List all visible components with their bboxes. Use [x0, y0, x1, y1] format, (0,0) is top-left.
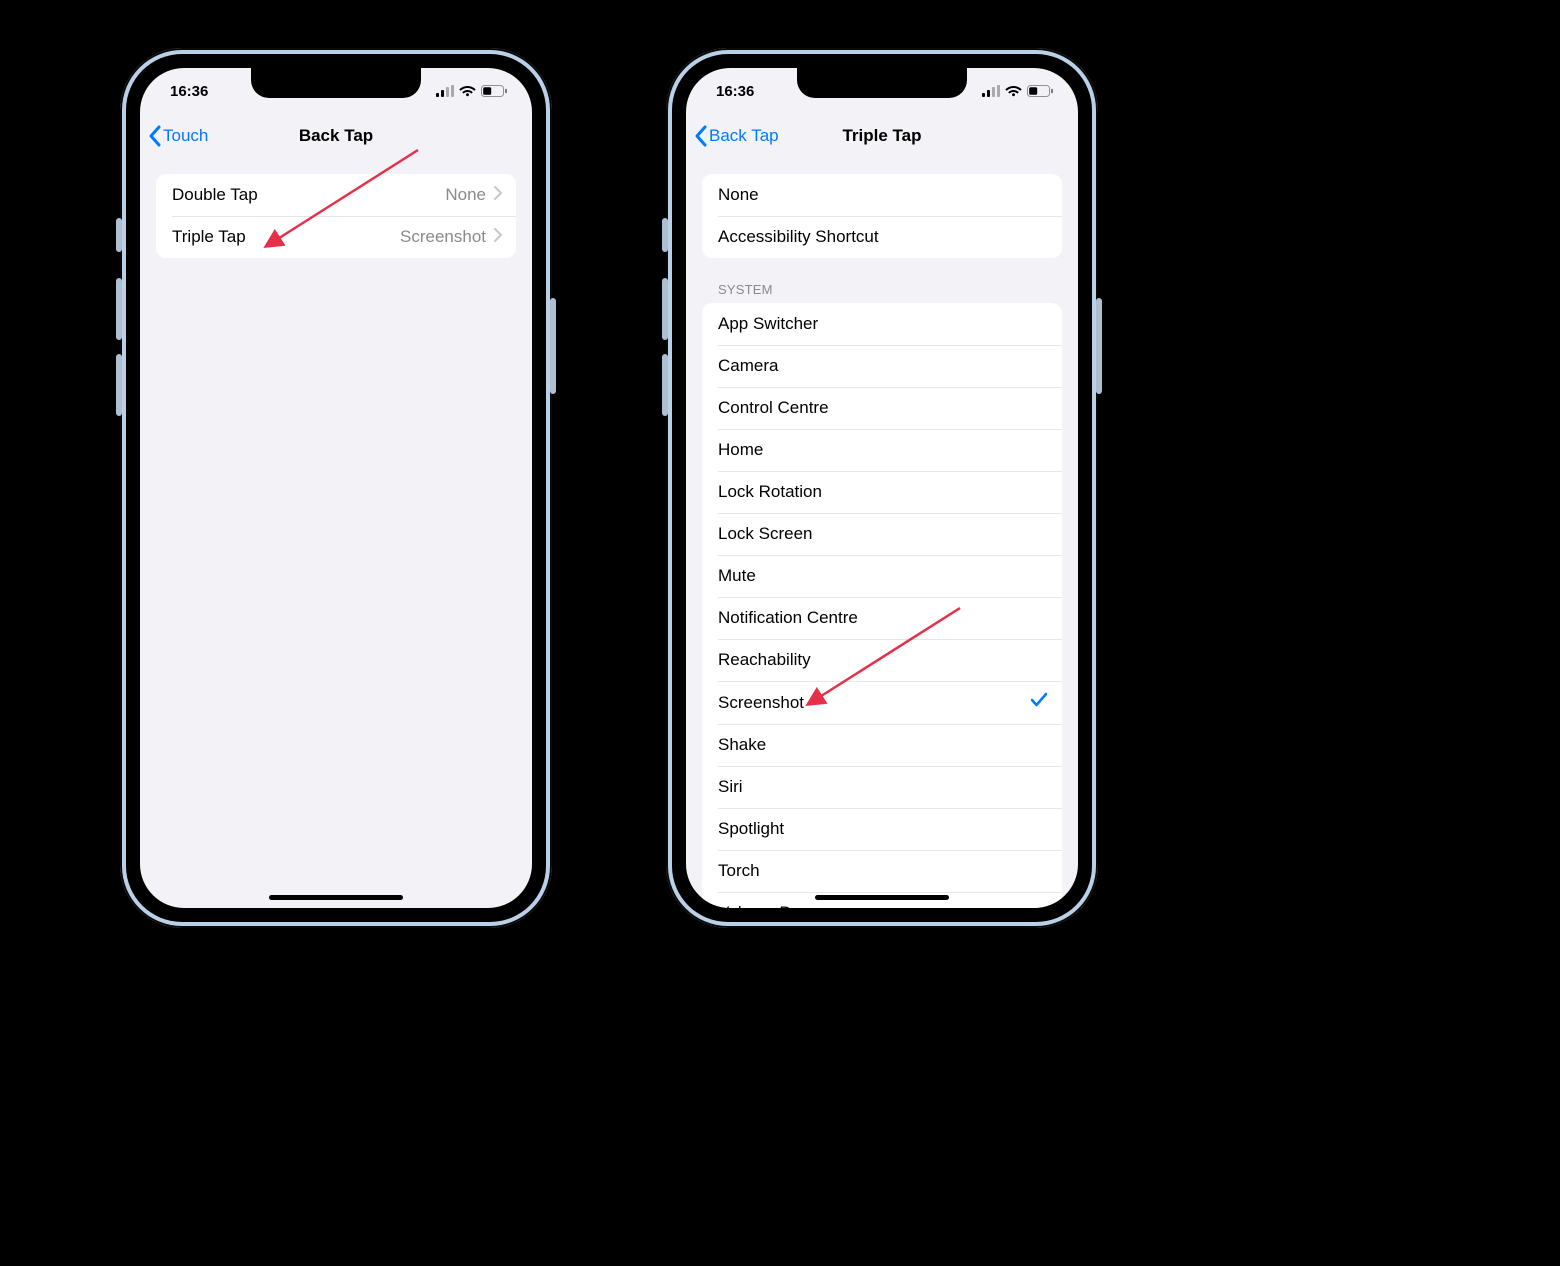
- volume-up-button: [116, 278, 122, 340]
- chevron-left-icon: [148, 125, 161, 147]
- option-row-camera[interactable]: Camera: [702, 345, 1062, 387]
- volume-up-button: [662, 278, 668, 340]
- back-button[interactable]: Back Tap: [694, 114, 779, 158]
- page-title: Back Tap: [299, 126, 373, 146]
- row-label: Accessibility Shortcut: [718, 227, 879, 247]
- back-label: Touch: [163, 126, 208, 146]
- chevron-right-icon: [494, 185, 502, 205]
- screen-back-tap: 16:36: [140, 68, 532, 908]
- row-value: Screenshot: [400, 227, 486, 247]
- notch: [797, 68, 967, 98]
- battery-icon: [1027, 85, 1054, 97]
- row-label: Siri: [718, 777, 743, 797]
- option-row-accessibility-shortcut[interactable]: Accessibility Shortcut: [702, 216, 1062, 258]
- row-label: Control Centre: [718, 398, 829, 418]
- row-label: Reachability: [718, 650, 811, 670]
- row-label: Shake: [718, 735, 766, 755]
- option-row-spotlight[interactable]: Spotlight: [702, 808, 1062, 850]
- option-row-none[interactable]: None: [702, 174, 1062, 216]
- nav-row-triple-tap[interactable]: Triple Tap Screenshot: [156, 216, 516, 258]
- row-label: Torch: [718, 861, 760, 881]
- row-label: Screenshot: [718, 693, 804, 713]
- option-row-mute[interactable]: Mute: [702, 555, 1062, 597]
- row-label: Mute: [718, 566, 756, 586]
- chevron-right-icon: [494, 227, 502, 247]
- row-label: Lock Screen: [718, 524, 813, 544]
- option-row-reachability[interactable]: Reachability: [702, 639, 1062, 681]
- nav-bar: Touch Back Tap: [140, 114, 532, 158]
- home-indicator[interactable]: [815, 895, 949, 900]
- wifi-icon: [1005, 85, 1022, 97]
- back-button[interactable]: Touch: [148, 114, 208, 158]
- side-button: [116, 218, 122, 252]
- triple-tap-system-group: App Switcher Camera Control Centre Home Lock…: [702, 303, 1062, 908]
- chevron-left-icon: [694, 125, 707, 147]
- row-label: Lock Rotation: [718, 482, 822, 502]
- option-row-control-centre[interactable]: Control Centre: [702, 387, 1062, 429]
- status-time: 16:36: [170, 83, 208, 100]
- volume-down-button: [662, 354, 668, 416]
- volume-down-button: [116, 354, 122, 416]
- back-tap-options-group: Double Tap None Triple Tap Screenshot: [156, 174, 516, 258]
- row-label: Camera: [718, 356, 778, 376]
- power-button: [550, 298, 556, 394]
- phone-left: 16:36: [120, 48, 552, 928]
- option-row-siri[interactable]: Siri: [702, 766, 1062, 808]
- row-label: Spotlight: [718, 819, 784, 839]
- page-title: Triple Tap: [842, 126, 921, 146]
- cellular-icon: [982, 85, 1000, 97]
- option-row-screenshot[interactable]: Screenshot: [702, 681, 1062, 724]
- row-label: Double Tap: [172, 185, 258, 205]
- option-row-shake[interactable]: Shake: [702, 724, 1062, 766]
- row-label: Home: [718, 440, 763, 460]
- row-label: None: [718, 185, 759, 205]
- option-row-torch[interactable]: Torch: [702, 850, 1062, 892]
- notch: [251, 68, 421, 98]
- side-button: [662, 218, 668, 252]
- row-label: Triple Tap: [172, 227, 246, 247]
- checkmark-icon: [1030, 692, 1048, 713]
- row-label: Notification Centre: [718, 608, 858, 628]
- triple-tap-top-group: None Accessibility Shortcut: [702, 174, 1062, 258]
- battery-icon: [481, 85, 508, 97]
- screen-triple-tap: 16:36: [686, 68, 1078, 908]
- power-button: [1096, 298, 1102, 394]
- option-row-notification-centre[interactable]: Notification Centre: [702, 597, 1062, 639]
- home-indicator[interactable]: [269, 895, 403, 900]
- row-label: Volume Down: [718, 903, 823, 908]
- back-label: Back Tap: [709, 126, 779, 146]
- option-row-lock-rotation[interactable]: Lock Rotation: [702, 471, 1062, 513]
- cellular-icon: [436, 85, 454, 97]
- status-time: 16:36: [716, 83, 754, 100]
- option-row-lock-screen[interactable]: Lock Screen: [702, 513, 1062, 555]
- phone-right: 16:36: [666, 48, 1098, 928]
- wifi-icon: [459, 85, 476, 97]
- row-value: None: [445, 185, 486, 205]
- row-label: App Switcher: [718, 314, 818, 334]
- nav-row-double-tap[interactable]: Double Tap None: [156, 174, 516, 216]
- section-header-system: SYSTEM: [686, 258, 1078, 303]
- option-row-home[interactable]: Home: [702, 429, 1062, 471]
- nav-bar: Back Tap Triple Tap: [686, 114, 1078, 158]
- option-row-app-switcher[interactable]: App Switcher: [702, 303, 1062, 345]
